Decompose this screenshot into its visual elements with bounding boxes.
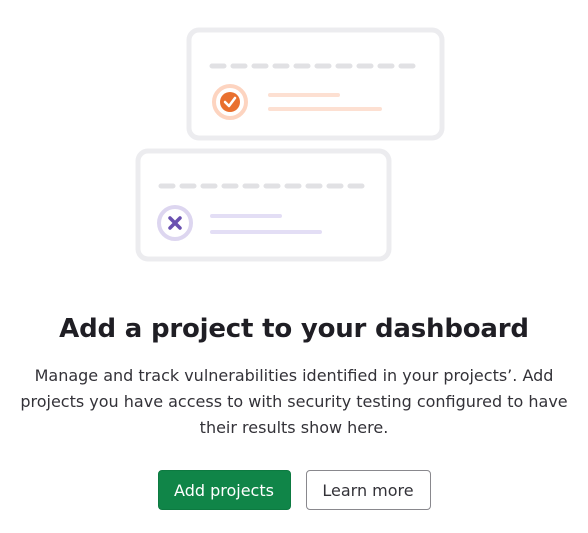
- empty-state-illustration: [0, 0, 588, 290]
- empty-state-actions: Add projects Learn more: [0, 470, 588, 510]
- close-icon: [157, 205, 193, 241]
- empty-state-title: Add a project to your dashboard: [59, 314, 529, 344]
- learn-more-button[interactable]: Learn more: [305, 470, 431, 510]
- empty-state-description: Manage and track vulnerabilities identif…: [20, 366, 568, 437]
- error-card: [135, 148, 392, 262]
- add-projects-button[interactable]: Add projects: [157, 470, 291, 510]
- check-icon: [212, 84, 248, 120]
- success-card: [186, 27, 445, 141]
